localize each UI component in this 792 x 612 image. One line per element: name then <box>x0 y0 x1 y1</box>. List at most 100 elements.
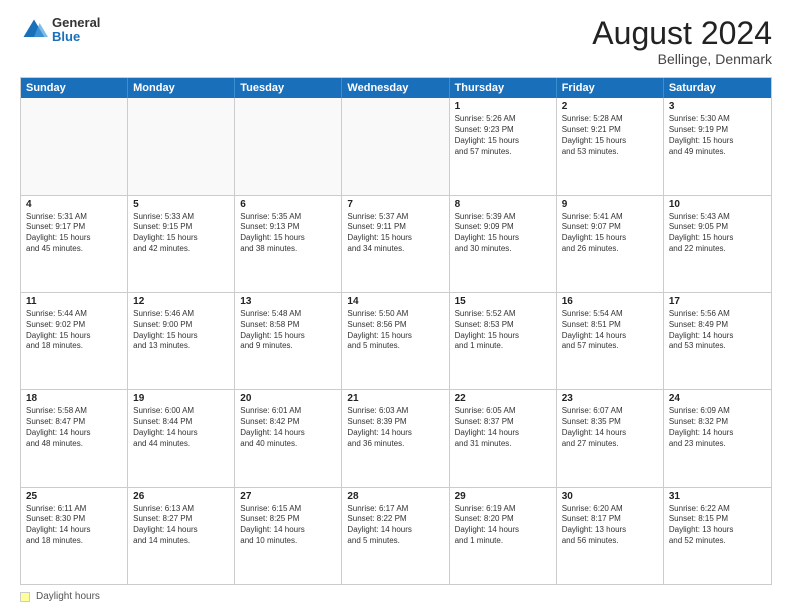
day-number: 12 <box>133 296 229 307</box>
day-number: 16 <box>562 296 658 307</box>
cell-text: Sunrise: 5:50 AM Sunset: 8:56 PM Dayligh… <box>347 309 443 352</box>
day-number: 26 <box>133 491 229 502</box>
calendar-week-1: 1 Sunrise: 5:26 AM Sunset: 9:23 PM Daylig… <box>21 98 771 194</box>
cal-cell-day-30: 30 Sunrise: 6:20 AM Sunset: 8:17 PM Dayli… <box>557 488 664 584</box>
day-number: 3 <box>669 101 766 112</box>
cal-cell-day-28: 28Sunrise: 6:17 AM Sunset: 8:22 PM Dayli… <box>342 488 449 584</box>
cell-text: Sunrise: 5:39 AM Sunset: 9:09 PM Dayligh… <box>455 212 551 255</box>
day-number: 14 <box>347 296 443 307</box>
cell-text: Sunrise: 6:20 AM Sunset: 8:17 PM Dayligh… <box>562 504 658 547</box>
cal-cell-day-7: 7 Sunrise: 5:37 AM Sunset: 9:11 PM Daylig… <box>342 196 449 292</box>
cal-cell-empty <box>21 98 128 194</box>
cell-text: Sunrise: 5:41 AM Sunset: 9:07 PM Dayligh… <box>562 212 658 255</box>
cell-text: Sunrise: 5:28 AM Sunset: 9:21 PM Dayligh… <box>562 114 658 157</box>
day-number: 19 <box>133 393 229 404</box>
header-day-tuesday: Tuesday <box>235 78 342 98</box>
cal-cell-day-26: 26 Sunrise: 6:13 AM Sunset: 8:27 PM Dayli… <box>128 488 235 584</box>
daylight-indicator <box>20 592 30 602</box>
cell-text: Sunrise: 6:11 AM Sunset: 8:30 PM Dayligh… <box>26 504 122 547</box>
logo-general: General <box>52 16 100 30</box>
cell-text: Sunrise: 6:15 AM Sunset: 8:25 PM Dayligh… <box>240 504 336 547</box>
day-number: 13 <box>240 296 336 307</box>
cell-text: Sunrise: 5:58 AM Sunset: 8:47 PM Dayligh… <box>26 406 122 449</box>
cal-cell-day-14: 14 Sunrise: 5:50 AM Sunset: 8:56 PM Dayli… <box>342 293 449 389</box>
calendar-header: SundayMondayTuesdayWednesdayThursdayFrid… <box>21 78 771 98</box>
cell-text: Sunrise: 6:13 AM Sunset: 8:27 PM Dayligh… <box>133 504 229 547</box>
cell-text: Sunrise: 5:26 AM Sunset: 9:23 PM Dayligh… <box>455 114 551 157</box>
cal-cell-day-5: 5Sunrise: 5:33 AM Sunset: 9:15 PM Daylig… <box>128 196 235 292</box>
cal-cell-day-10: 10Sunrise: 5:43 AM Sunset: 9:05 PM Dayli… <box>664 196 771 292</box>
cell-text: Sunrise: 6:01 AM Sunset: 8:42 PM Dayligh… <box>240 406 336 449</box>
cell-text: Sunrise: 5:56 AM Sunset: 8:49 PM Dayligh… <box>669 309 766 352</box>
day-number: 17 <box>669 296 766 307</box>
day-number: 29 <box>455 491 551 502</box>
day-number: 30 <box>562 491 658 502</box>
cal-cell-day-15: 15Sunrise: 5:52 AM Sunset: 8:53 PM Dayli… <box>450 293 557 389</box>
header-day-sunday: Sunday <box>21 78 128 98</box>
cal-cell-day-25: 25 Sunrise: 6:11 AM Sunset: 8:30 PM Dayli… <box>21 488 128 584</box>
day-number: 4 <box>26 199 122 210</box>
cal-cell-day-12: 12 Sunrise: 5:46 AM Sunset: 9:00 PM Dayli… <box>128 293 235 389</box>
day-number: 18 <box>26 393 122 404</box>
cal-cell-day-21: 21 Sunrise: 6:03 AM Sunset: 8:39 PM Dayli… <box>342 390 449 486</box>
cell-text: Sunrise: 6:05 AM Sunset: 8:37 PM Dayligh… <box>455 406 551 449</box>
cal-cell-day-4: 4 Sunrise: 5:31 AM Sunset: 9:17 PM Daylig… <box>21 196 128 292</box>
logo-text: General Blue <box>52 16 100 45</box>
cal-cell-empty <box>128 98 235 194</box>
logo: General Blue <box>20 16 100 45</box>
cal-cell-day-27: 27Sunrise: 6:15 AM Sunset: 8:25 PM Dayli… <box>235 488 342 584</box>
cal-cell-day-16: 16 Sunrise: 5:54 AM Sunset: 8:51 PM Dayli… <box>557 293 664 389</box>
day-number: 21 <box>347 393 443 404</box>
cell-text: Sunrise: 5:46 AM Sunset: 9:00 PM Dayligh… <box>133 309 229 352</box>
cal-cell-day-22: 22Sunrise: 6:05 AM Sunset: 8:37 PM Dayli… <box>450 390 557 486</box>
month-year: August 2024 <box>592 16 772 51</box>
day-number: 25 <box>26 491 122 502</box>
day-number: 1 <box>455 101 551 112</box>
day-number: 11 <box>26 296 122 307</box>
title-area: August 2024 Bellinge, Denmark <box>592 16 772 67</box>
cal-cell-day-2: 2 Sunrise: 5:28 AM Sunset: 9:21 PM Daylig… <box>557 98 664 194</box>
cal-cell-day-18: 18 Sunrise: 5:58 AM Sunset: 8:47 PM Dayli… <box>21 390 128 486</box>
cell-text: Sunrise: 5:31 AM Sunset: 9:17 PM Dayligh… <box>26 212 122 255</box>
cell-text: Sunrise: 5:44 AM Sunset: 9:02 PM Dayligh… <box>26 309 122 352</box>
cell-text: Sunrise: 5:37 AM Sunset: 9:11 PM Dayligh… <box>347 212 443 255</box>
footer-label: Daylight hours <box>36 591 100 602</box>
cell-text: Sunrise: 5:52 AM Sunset: 8:53 PM Dayligh… <box>455 309 551 352</box>
header-day-thursday: Thursday <box>450 78 557 98</box>
cell-text: Sunrise: 5:48 AM Sunset: 8:58 PM Dayligh… <box>240 309 336 352</box>
location: Bellinge, Denmark <box>592 51 772 67</box>
cell-text: Sunrise: 5:54 AM Sunset: 8:51 PM Dayligh… <box>562 309 658 352</box>
header-day-monday: Monday <box>128 78 235 98</box>
cell-text: Sunrise: 6:19 AM Sunset: 8:20 PM Dayligh… <box>455 504 551 547</box>
footer: Daylight hours <box>20 591 772 602</box>
page: General Blue August 2024 Bellinge, Denma… <box>0 0 792 612</box>
day-number: 6 <box>240 199 336 210</box>
logo-blue: Blue <box>52 30 100 44</box>
day-number: 2 <box>562 101 658 112</box>
header-day-saturday: Saturday <box>664 78 771 98</box>
header-day-wednesday: Wednesday <box>342 78 449 98</box>
calendar-week-5: 25 Sunrise: 6:11 AM Sunset: 8:30 PM Dayli… <box>21 487 771 584</box>
cal-cell-day-11: 11 Sunrise: 5:44 AM Sunset: 9:02 PM Dayli… <box>21 293 128 389</box>
cell-text: Sunrise: 5:33 AM Sunset: 9:15 PM Dayligh… <box>133 212 229 255</box>
cell-text: Sunrise: 6:07 AM Sunset: 8:35 PM Dayligh… <box>562 406 658 449</box>
cal-cell-day-17: 17 Sunrise: 5:56 AM Sunset: 8:49 PM Dayli… <box>664 293 771 389</box>
calendar-week-2: 4 Sunrise: 5:31 AM Sunset: 9:17 PM Daylig… <box>21 195 771 292</box>
day-number: 31 <box>669 491 766 502</box>
cal-cell-day-29: 29 Sunrise: 6:19 AM Sunset: 8:20 PM Dayli… <box>450 488 557 584</box>
cell-text: Sunrise: 6:17 AM Sunset: 8:22 PM Dayligh… <box>347 504 443 547</box>
cell-text: Sunrise: 5:35 AM Sunset: 9:13 PM Dayligh… <box>240 212 336 255</box>
cal-cell-day-23: 23Sunrise: 6:07 AM Sunset: 8:35 PM Dayli… <box>557 390 664 486</box>
day-number: 7 <box>347 199 443 210</box>
cal-cell-day-13: 13 Sunrise: 5:48 AM Sunset: 8:58 PM Dayli… <box>235 293 342 389</box>
cell-text: Sunrise: 6:00 AM Sunset: 8:44 PM Dayligh… <box>133 406 229 449</box>
logo-icon <box>20 16 48 44</box>
cal-cell-day-31: 31 Sunrise: 6:22 AM Sunset: 8:15 PM Dayli… <box>664 488 771 584</box>
cell-text: Sunrise: 6:09 AM Sunset: 8:32 PM Dayligh… <box>669 406 766 449</box>
top-bar: General Blue August 2024 Bellinge, Denma… <box>20 16 772 67</box>
cell-text: Sunrise: 6:03 AM Sunset: 8:39 PM Dayligh… <box>347 406 443 449</box>
cal-cell-empty <box>342 98 449 194</box>
cell-text: Sunrise: 6:22 AM Sunset: 8:15 PM Dayligh… <box>669 504 766 547</box>
calendar-week-3: 11 Sunrise: 5:44 AM Sunset: 9:02 PM Dayli… <box>21 292 771 389</box>
cal-cell-day-19: 19 Sunrise: 6:00 AM Sunset: 8:44 PM Dayli… <box>128 390 235 486</box>
